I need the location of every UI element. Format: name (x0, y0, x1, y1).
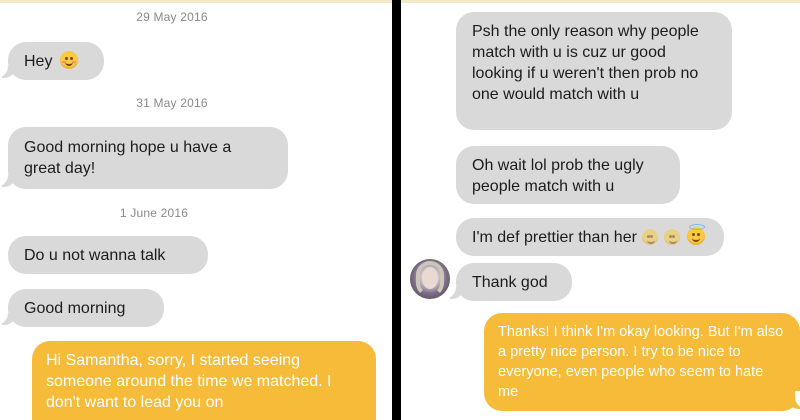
message-text: Oh wait lol prob the ugly people match w… (472, 157, 644, 195)
message-text: Do u not wanna talk (24, 247, 166, 264)
incoming-message[interactable]: Thank god (456, 263, 572, 301)
header-edge (401, 0, 800, 3)
date-separator: 31 May 2016 (136, 96, 208, 110)
outgoing-message[interactable]: Thanks! I think I'm okay looking. But I'… (484, 313, 800, 411)
incoming-message[interactable]: Good morning (8, 289, 164, 327)
incoming-message[interactable]: I'm def prettier than her (456, 218, 724, 256)
message-text: Thank god (472, 274, 548, 291)
incoming-message[interactable]: Do u not wanna talk (8, 236, 208, 274)
date-separator: 1 June 2016 (119, 206, 189, 220)
chat-panel-right: Psh the only reason why people match wit… (401, 0, 800, 420)
incoming-message[interactable]: Psh the only reason why people match wit… (456, 12, 732, 130)
message-text: Thanks! I think I'm okay looking. But I'… (498, 324, 784, 400)
smiling-face-emoji (59, 51, 78, 69)
date-separator: 29 May 2016 (136, 10, 208, 24)
smiling-face-emoji (642, 229, 659, 245)
message-text: Good morning (24, 300, 126, 317)
contact-avatar[interactable] (410, 259, 450, 299)
bubble-tail (0, 60, 16, 78)
header-edge (0, 0, 392, 3)
incoming-message[interactable]: Hey (8, 42, 104, 80)
message-text: I'm def prettier than her (472, 229, 637, 246)
halo-smiling-face-emoji (687, 224, 706, 245)
bubble-tail (0, 307, 16, 325)
chat-panel-left: 29 May 2016 Hey 31 May 2016 Good morning… (0, 0, 392, 420)
smiling-face-emoji (663, 229, 680, 245)
outgoing-message[interactable]: Hi Samantha, sorry, I started seeing som… (32, 341, 376, 420)
incoming-message[interactable]: Oh wait lol prob the ugly people match w… (456, 146, 680, 204)
message-text: Psh the only reason why people match wit… (472, 23, 699, 103)
message-text: Hi Samantha, sorry, I started seeing som… (46, 352, 332, 411)
bubble-tail (0, 169, 16, 187)
message-text: Good morning hope u have a great day! (24, 139, 232, 177)
message-text: Hey (24, 53, 53, 70)
bubble-tail (442, 281, 464, 299)
incoming-message[interactable]: Good morning hope u have a great day! (8, 127, 288, 189)
